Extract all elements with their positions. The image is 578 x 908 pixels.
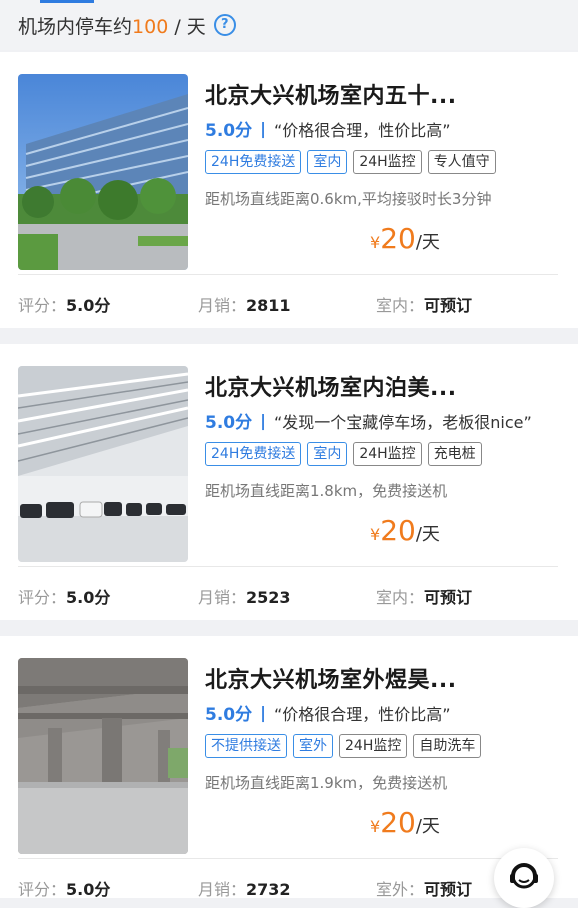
stat-availability: 室内：可预订 xyxy=(376,584,472,608)
price-symbol: ¥ xyxy=(370,525,381,544)
divider xyxy=(18,566,558,567)
tag: 室内 xyxy=(307,150,348,174)
parking-photo[interactable] xyxy=(18,74,188,270)
parking-photo[interactable] xyxy=(18,366,188,562)
stat-rating: 评分：5.0分 xyxy=(18,876,110,900)
stat-label: 月销： xyxy=(198,588,247,607)
price: ¥ 20 /天 xyxy=(370,222,440,255)
stat-value: 2732 xyxy=(246,880,291,899)
rating-row: 5.0分 | “发现一个宝藏停车场，老板很nice” xyxy=(205,408,532,433)
stat-value: 2523 xyxy=(246,588,291,607)
stat-sales: 月销：2811 xyxy=(198,292,291,316)
stat-label: 室内： xyxy=(376,296,425,315)
parking-title[interactable]: 北京大兴机场室内泊美... xyxy=(205,370,457,402)
tag: 24H监控 xyxy=(353,150,422,174)
tag: 不提供接送 xyxy=(205,734,287,758)
price-unit: /天 xyxy=(415,524,440,545)
stat-label: 室外： xyxy=(376,880,425,899)
parking-card[interactable]: 北京大兴机场室内泊美... 5.0分 | “发现一个宝藏停车场，老板很nice”… xyxy=(0,344,578,620)
stat-sales: 月销：2523 xyxy=(198,584,291,608)
rating-row: 5.0分 | “价格很合理，性价比高” xyxy=(205,700,451,725)
score: 5.0分 xyxy=(205,121,253,141)
parking-card[interactable]: 北京大兴机场室外煜昊... 5.0分 | “价格很合理，性价比高” 不提供接送 … xyxy=(0,636,578,899)
header-bar: 机场内停车约100 / 天 ? xyxy=(0,0,578,50)
stat-label: 评分： xyxy=(18,296,67,315)
score: 5.0分 xyxy=(205,705,253,725)
header-suffix: / 天 xyxy=(168,15,206,38)
stats-row: 评分：5.0分 月销：2523 室内：可预订 xyxy=(0,584,578,610)
tag: 24H免费接送 xyxy=(205,442,302,466)
tag-list: 24H免费接送 室内 24H监控 专人值守 xyxy=(205,150,496,174)
stat-label: 室内： xyxy=(376,588,425,607)
stats-row: 评分：5.0分 月销：2732 室外：可预订 xyxy=(0,876,578,902)
price-unit: /天 xyxy=(415,232,440,253)
distance-info: 距机场直线距离0.6km,平均接驳时长3分钟 xyxy=(205,190,492,208)
rating-row: 5.0分 | “价格很合理，性价比高” xyxy=(205,116,451,141)
separator: | xyxy=(260,411,266,430)
stat-value: 可预订 xyxy=(424,588,473,607)
stat-label: 月销： xyxy=(198,880,247,899)
question-circle-icon[interactable]: ? xyxy=(213,14,236,36)
tag: 自助洗车 xyxy=(413,734,482,758)
separator: | xyxy=(260,119,266,138)
stat-value: 5.0分 xyxy=(66,588,111,607)
stat-value: 5.0分 xyxy=(66,880,111,899)
header-accent xyxy=(40,0,94,3)
review-quote: “发现一个宝藏停车场，老板很nice” xyxy=(273,412,532,432)
divider xyxy=(18,274,558,275)
header-prefix: 机场内停车约 xyxy=(18,15,133,38)
tag-list: 24H免费接送 室内 24H监控 充电桩 xyxy=(205,442,482,466)
price-symbol: ¥ xyxy=(370,233,381,252)
tag-list: 不提供接送 室外 24H监控 自助洗车 xyxy=(205,734,482,758)
stat-rating: 评分：5.0分 xyxy=(18,292,110,316)
stat-sales: 月销：2732 xyxy=(198,876,291,900)
stat-rating: 评分：5.0分 xyxy=(18,584,110,608)
header-count: 100 xyxy=(132,15,169,38)
score: 5.0分 xyxy=(205,413,253,433)
customer-service-button[interactable] xyxy=(494,848,554,908)
distance-info: 距机场直线距离1.9km，免费接送机 xyxy=(205,774,448,792)
tag: 24H监控 xyxy=(353,442,422,466)
separator: | xyxy=(260,703,266,722)
stat-label: 月销： xyxy=(198,296,247,315)
customer-service-icon xyxy=(505,857,543,899)
divider xyxy=(18,858,558,859)
stat-value: 可预订 xyxy=(424,880,473,899)
tag: 室内 xyxy=(307,442,348,466)
stat-value: 可预订 xyxy=(424,296,473,315)
stat-availability: 室内：可预订 xyxy=(376,292,472,316)
parking-photo[interactable] xyxy=(18,658,188,854)
stat-value: 2811 xyxy=(246,296,291,315)
parking-title[interactable]: 北京大兴机场室外煜昊... xyxy=(205,662,457,694)
tag: 专人值守 xyxy=(427,150,496,174)
tag: 充电桩 xyxy=(427,442,482,466)
price: ¥ 20 /天 xyxy=(370,806,440,839)
price-unit: /天 xyxy=(415,816,440,837)
tag: 室外 xyxy=(293,734,333,758)
parking-card[interactable]: 北京大兴机场室内五十... 5.0分 | “价格很合理，性价比高” 24H免费接… xyxy=(0,52,578,328)
stat-label: 评分： xyxy=(18,588,67,607)
price-symbol: ¥ xyxy=(370,817,381,836)
distance-info: 距机场直线距离1.8km，免费接送机 xyxy=(205,482,448,500)
review-quote: “价格很合理，性价比高” xyxy=(273,120,451,140)
price-amount: 20 xyxy=(380,806,416,839)
tag: 24H监控 xyxy=(339,734,408,758)
stat-label: 评分： xyxy=(18,880,67,899)
stat-value: 5.0分 xyxy=(66,296,111,315)
stats-row: 评分：5.0分 月销：2811 室内：可预订 xyxy=(0,292,578,318)
parking-title[interactable]: 北京大兴机场室内五十... xyxy=(205,78,457,110)
price: ¥ 20 /天 xyxy=(370,514,440,547)
review-quote: “价格很合理，性价比高” xyxy=(273,704,451,724)
price-amount: 20 xyxy=(380,222,416,255)
tag: 24H免费接送 xyxy=(205,150,302,174)
header-title: 机场内停车约100 / 天 xyxy=(18,12,206,39)
price-amount: 20 xyxy=(380,514,416,547)
stat-availability: 室外：可预订 xyxy=(376,876,472,900)
